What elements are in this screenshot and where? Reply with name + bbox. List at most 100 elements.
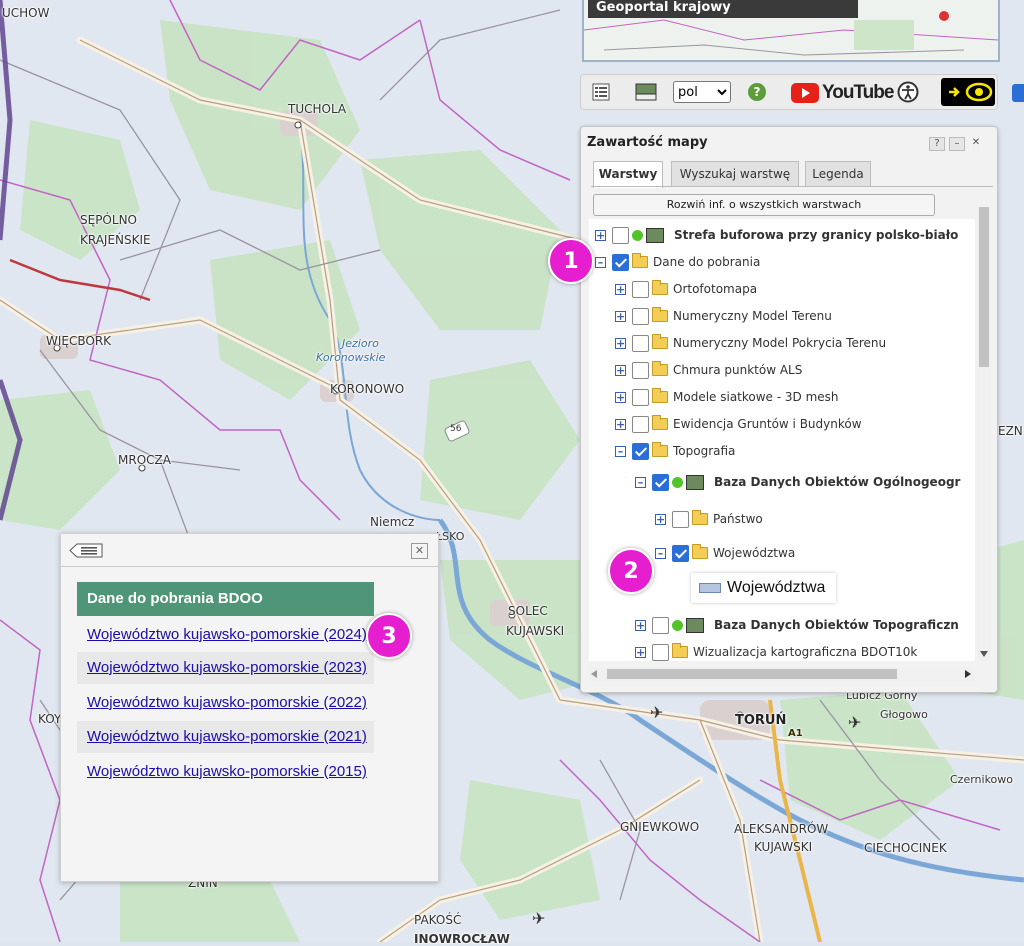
expand-toggle[interactable]: + (635, 619, 646, 631)
expand-toggle[interactable]: + (615, 283, 626, 295)
popup-title: Dane do pobrania BDOO (77, 582, 374, 616)
layer-checkbox[interactable] (632, 388, 649, 406)
place-label: KRAJEŃSKIE (80, 233, 151, 247)
youtube-label: YouTube (822, 82, 894, 103)
download-link-2024[interactable]: Województwo kujawsko-pomorskie (2024) (77, 619, 374, 651)
layer-checkbox[interactable] (632, 415, 649, 433)
layer-checkbox[interactable] (652, 616, 669, 634)
collapse-toggle[interactable]: – (655, 547, 666, 559)
layer-label: Województwa (713, 546, 796, 560)
place-label: KUJAWSKI (754, 840, 813, 854)
expand-toggle[interactable]: + (635, 646, 646, 658)
expand-toggle[interactable]: + (615, 310, 626, 322)
download-popup: ✕ Dane do pobrania BDOO Województwo kuja… (60, 533, 439, 882)
expand-all-layers-button[interactable]: Rozwiń inf. o wszystkich warstwach (593, 194, 935, 216)
layer-checkbox[interactable] (612, 226, 629, 244)
wms-icon (646, 227, 664, 243)
place-label: Czernikowo (950, 773, 1014, 786)
geoportal-thumbnail[interactable]: Geoportal krajowy (582, 0, 1000, 62)
layer-legend-item: Województwa (691, 573, 836, 603)
wms-icon (686, 617, 704, 633)
horizontal-scrollbar[interactable] (589, 667, 975, 681)
tab-search-layer[interactable]: Wyszukaj warstwę (671, 161, 799, 186)
layer-row[interactable]: + Numeryczny Model Pokrycia Terenu (615, 331, 975, 355)
expand-toggle[interactable]: + (655, 513, 666, 525)
tab-layers[interactable]: Warstwy (593, 161, 663, 188)
layer-label: Chmura punktów ALS (673, 363, 803, 377)
layer-checkbox[interactable] (632, 280, 649, 298)
expand-toggle[interactable]: + (615, 364, 626, 376)
tab-legend[interactable]: Legenda (805, 161, 871, 186)
layer-label: Państwo (713, 512, 763, 526)
expand-toggle[interactable]: + (615, 418, 626, 430)
place-label: EZN (998, 424, 1023, 438)
layer-row[interactable]: + Ewidencja Gruntów i Budynków (615, 412, 975, 436)
layer-label: Numeryczny Model Terenu (673, 309, 832, 323)
back-list-icon[interactable] (69, 543, 103, 558)
status-dot-icon (672, 476, 683, 488)
high-contrast-button[interactable] (941, 78, 995, 106)
svg-text:✈: ✈ (650, 703, 663, 722)
place-label: SĘPÓLNO (80, 213, 137, 227)
layer-label: Ortofotomapa (673, 282, 758, 296)
layer-row[interactable]: + Chmura punktów ALS (615, 358, 975, 382)
scroll-right-arrow-icon[interactable] (965, 670, 971, 678)
layer-row[interactable]: + Wizualizacja kartograficzna BDOT10k (635, 640, 975, 661)
wms-icon (686, 474, 704, 490)
vertical-scrollbar[interactable] (977, 207, 991, 661)
layer-checkbox[interactable] (652, 643, 669, 661)
folder-icon (692, 544, 708, 559)
wms-icon[interactable] (635, 83, 657, 101)
layer-row[interactable]: + Baza Danych Obiektów Topograficzn (635, 613, 975, 637)
layer-row[interactable]: – Topografia (615, 439, 975, 463)
place-label: SOLEC (508, 604, 548, 618)
layer-checkbox-checked[interactable] (652, 473, 669, 491)
layer-checkbox-checked[interactable] (632, 442, 649, 460)
layer-checkbox[interactable] (632, 334, 649, 352)
layer-row[interactable]: + Modele siatkowe - 3D mesh (615, 385, 975, 409)
collapse-toggle[interactable]: – (615, 445, 626, 457)
layer-row[interactable]: – Dane do pobrania (595, 250, 975, 274)
youtube-button[interactable]: YouTube (791, 81, 894, 105)
accessibility-icon[interactable] (897, 81, 919, 103)
layer-row[interactable]: + Numeryczny Model Terenu (615, 304, 975, 328)
layer-checkbox-checked[interactable] (672, 544, 689, 562)
help-icon[interactable]: ? (747, 82, 767, 102)
layer-label: Modele siatkowe - 3D mesh (673, 390, 839, 404)
place-label: TUCHOLA (288, 102, 347, 116)
layer-row[interactable]: + Ortofotomapa (615, 277, 975, 301)
layer-row[interactable]: + Państwo (655, 507, 975, 531)
thumbnail-title: Geoportal krajowy (588, 0, 858, 18)
collapse-toggle[interactable]: – (595, 256, 606, 268)
legend-list-icon[interactable] (592, 83, 610, 101)
place-label: INOWROCŁAW (414, 932, 510, 946)
panel-close-button[interactable]: ✕ (969, 137, 983, 149)
place-label: KORONOWO (330, 382, 405, 396)
layer-row[interactable]: + Strefa buforowa przy granicy polsko-bi… (595, 223, 975, 247)
side-tab-edge[interactable] (1012, 84, 1024, 102)
place-label: TORUŃ (735, 713, 787, 728)
panel-help-button[interactable]: ? (929, 137, 945, 151)
popup-close-button[interactable]: ✕ (411, 543, 428, 559)
download-link-2022[interactable]: Województwo kujawsko-pomorskie (2022) (77, 687, 374, 719)
layer-row[interactable]: – Baza Danych Obiektów Ogólnogeogr (635, 470, 975, 494)
language-select[interactable]: pol (673, 81, 731, 103)
expand-toggle[interactable]: + (615, 391, 626, 403)
layer-checkbox[interactable] (672, 510, 689, 528)
layer-checkbox[interactable] (632, 307, 649, 325)
scroll-left-arrow-icon[interactable] (591, 670, 597, 678)
layer-checkbox[interactable] (632, 361, 649, 379)
download-link-2015[interactable]: Województwo kujawsko-pomorskie (2015) (77, 756, 374, 788)
scroll-down-arrow-icon[interactable] (980, 651, 988, 657)
download-link-2021[interactable]: Województwo kujawsko-pomorskie (2021) (77, 721, 374, 753)
layer-checkbox-checked[interactable] (612, 253, 629, 271)
expand-toggle[interactable]: + (595, 229, 606, 241)
expand-toggle[interactable]: + (615, 337, 626, 349)
horizontal-scroll-thumb[interactable] (607, 669, 897, 679)
download-link-2023[interactable]: Województwo kujawsko-pomorskie (2023) (77, 652, 374, 684)
panel-minimize-button[interactable]: – (949, 137, 965, 151)
folder-icon (652, 334, 668, 349)
layer-row[interactable]: – Województwa (655, 541, 975, 565)
vertical-scroll-thumb[interactable] (979, 207, 989, 367)
collapse-toggle[interactable]: – (635, 476, 646, 488)
